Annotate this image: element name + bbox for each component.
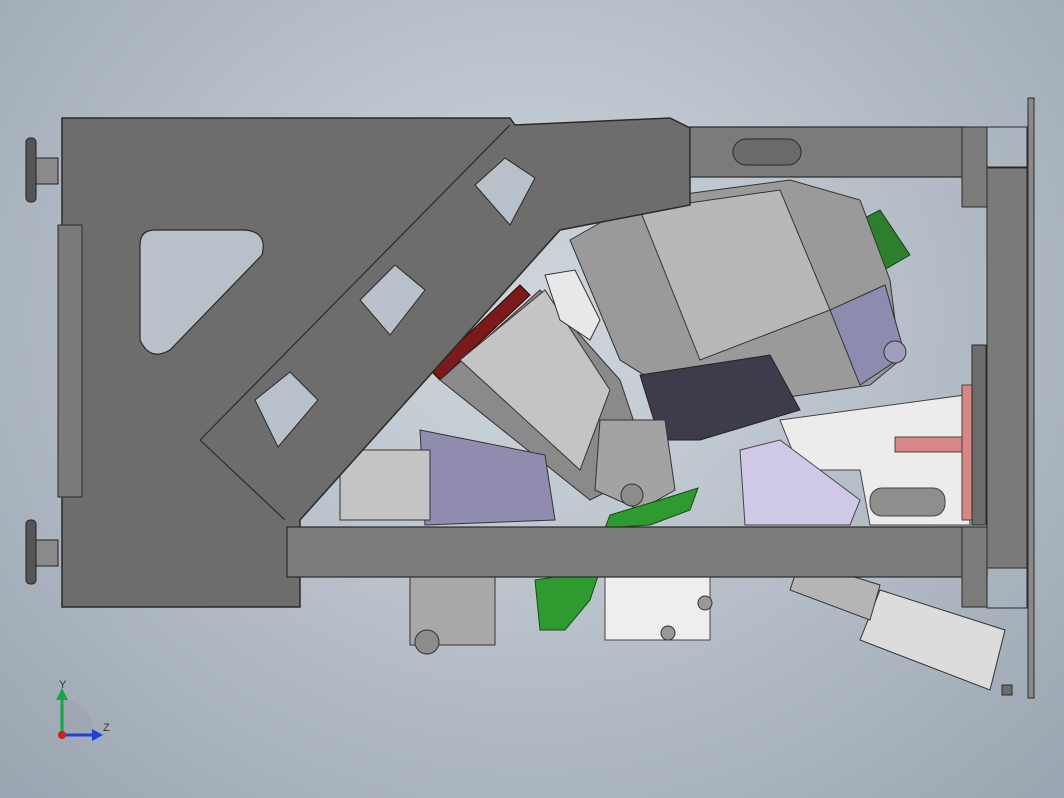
right-frame-tab-top xyxy=(986,126,1028,168)
housing-bolt xyxy=(883,340,907,364)
right-inner-rail xyxy=(971,344,987,526)
leveling-feet xyxy=(25,137,59,585)
axis-y-label: Y xyxy=(59,679,67,691)
z-axis-head xyxy=(92,729,103,741)
bottom-crossbar-end xyxy=(961,526,988,608)
top-crossbar-slot xyxy=(732,138,802,166)
pivot-pin xyxy=(620,483,644,507)
axis-triad xyxy=(56,688,103,741)
left-upright xyxy=(57,224,83,498)
foot-top-nut xyxy=(35,157,59,185)
lower-mechanism-group xyxy=(409,559,1006,691)
foot-bottom-pad xyxy=(25,519,37,585)
white-slide-bottom xyxy=(604,569,711,641)
green-claw-lower xyxy=(534,569,601,631)
cad-viewport[interactable]: Y Z xyxy=(0,0,1064,798)
right-frame-tab-bottom xyxy=(986,567,1028,609)
triad-plane xyxy=(62,700,95,735)
bracket-slot xyxy=(869,487,946,517)
motor-shaft xyxy=(414,629,440,655)
right-thin-rail xyxy=(1027,97,1035,699)
cylinder-end-1 xyxy=(660,625,676,641)
pink-bracket-arm xyxy=(894,436,966,453)
foot-bottom-nut xyxy=(35,539,59,567)
bottom-crossbar xyxy=(286,526,988,578)
top-crossbar-end xyxy=(961,126,988,208)
axis-z-label: Z xyxy=(103,722,110,734)
top-crossbar xyxy=(689,126,966,178)
cylinder-end-2 xyxy=(697,595,713,611)
small-square xyxy=(1001,684,1013,696)
right-frame-rail xyxy=(986,167,1028,569)
x-axis-dot xyxy=(58,731,66,739)
assembly-model[interactable] xyxy=(0,0,1064,798)
foot-top-pad xyxy=(25,137,37,203)
